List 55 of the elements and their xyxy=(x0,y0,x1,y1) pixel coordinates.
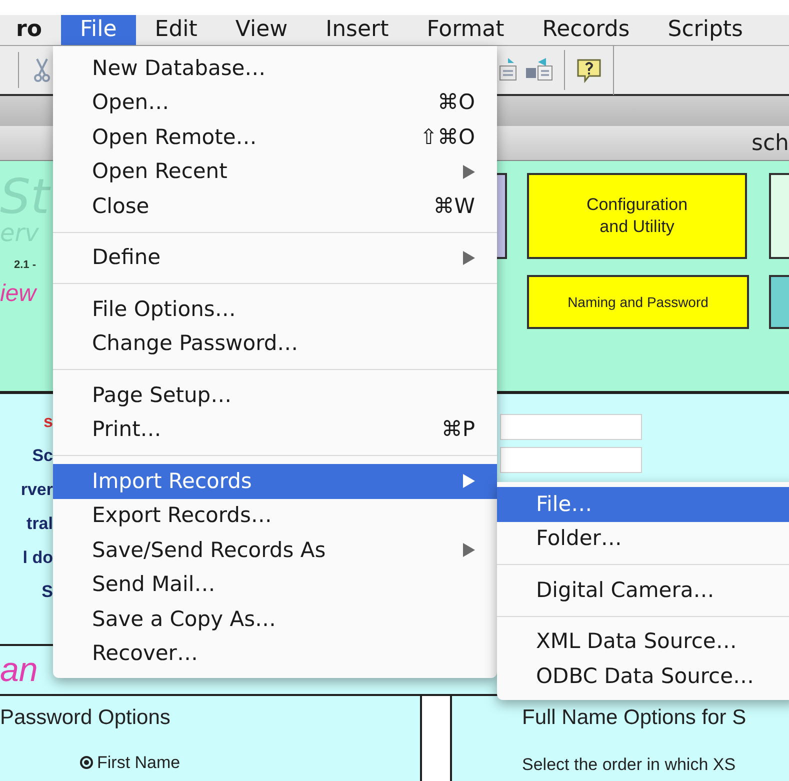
input-field[interactable] xyxy=(500,414,642,440)
menu-bar-item[interactable]: View xyxy=(216,15,307,45)
menu-item[interactable]: Open Remote… ⇧⌘O xyxy=(53,120,497,154)
menu-item[interactable]: Print… ⌘P xyxy=(53,412,497,447)
nav-tile[interactable] xyxy=(769,173,789,259)
options-title: Full Name Options for S xyxy=(522,705,748,731)
menu-item[interactable]: Open… ⌘O xyxy=(53,86,497,120)
menu-item[interactable]: Page Setup… xyxy=(53,378,497,412)
shortcut-label: ⌘P xyxy=(441,419,475,440)
window-title: sch xyxy=(751,130,789,158)
radio-icon[interactable] xyxy=(80,756,93,769)
menu-item[interactable]: Export Records… xyxy=(53,498,497,533)
menu-item[interactable]: Close ⌘W xyxy=(53,189,497,224)
menu-item[interactable]: Recover… xyxy=(53,636,497,671)
field-label: S xyxy=(42,581,53,603)
field-label: tral xyxy=(26,513,53,535)
scissors-icon[interactable] xyxy=(33,57,51,83)
menu-item[interactable]: Digital Camera… xyxy=(497,573,789,608)
hint-text: Select the order in which XS xyxy=(522,754,737,776)
tagline-text: iew xyxy=(0,282,38,306)
version-text: 2.1 - xyxy=(14,258,38,273)
input-field[interactable] xyxy=(500,447,642,473)
field-label: Sc xyxy=(32,445,53,467)
options-title: Password Options xyxy=(0,705,172,731)
section-title: an xyxy=(0,653,38,687)
menu-item[interactable]: ODBC Data Source… xyxy=(497,659,789,694)
shortcut-label: ⌘O xyxy=(437,92,475,114)
nav-button[interactable]: Naming and Password xyxy=(527,275,749,329)
menu-item[interactable]: XML Data Source… xyxy=(497,624,789,659)
field-label: rver xyxy=(20,479,53,501)
menu-bar-item[interactable]: Scripts xyxy=(648,15,762,45)
nav-tile[interactable] xyxy=(769,275,789,329)
shortcut-label: ⇧⌘O xyxy=(420,126,475,148)
menu-item[interactable]: New Database… xyxy=(53,51,497,86)
menu-item[interactable]: File… xyxy=(497,487,789,522)
menu-item[interactable]: Save a Copy As… xyxy=(53,602,497,636)
nav-button[interactable]: Configuration and Utility xyxy=(527,173,747,259)
menu-bar-item[interactable]: Insert xyxy=(306,15,408,45)
menu-bar-item[interactable]: ro xyxy=(12,15,61,45)
menu-bar-item[interactable]: Records xyxy=(523,15,649,45)
field-label: l do xyxy=(22,547,53,569)
menu-bar-item[interactable]: Edit xyxy=(136,15,216,45)
menu-item[interactable]: Folder… xyxy=(497,522,789,556)
shortcut-label: ⌘W xyxy=(433,196,475,217)
menu-bar-item[interactable]: File xyxy=(60,15,136,45)
menu-item[interactable]: File Options… xyxy=(53,292,497,326)
menu-item[interactable]: Import Records xyxy=(53,464,497,498)
menu-item[interactable]: Define xyxy=(53,240,497,275)
menu-item[interactable]: Change Password… xyxy=(53,326,497,361)
menu-item[interactable]: Send Mail… xyxy=(53,568,497,602)
menu-item[interactable]: Open Recent xyxy=(53,154,497,189)
menu-item[interactable]: Save/Send Records As xyxy=(53,533,497,568)
menu-bar-item[interactable]: Format xyxy=(408,15,524,45)
radio-option[interactable]: First Name xyxy=(80,750,420,775)
field-label: s xyxy=(44,411,53,433)
